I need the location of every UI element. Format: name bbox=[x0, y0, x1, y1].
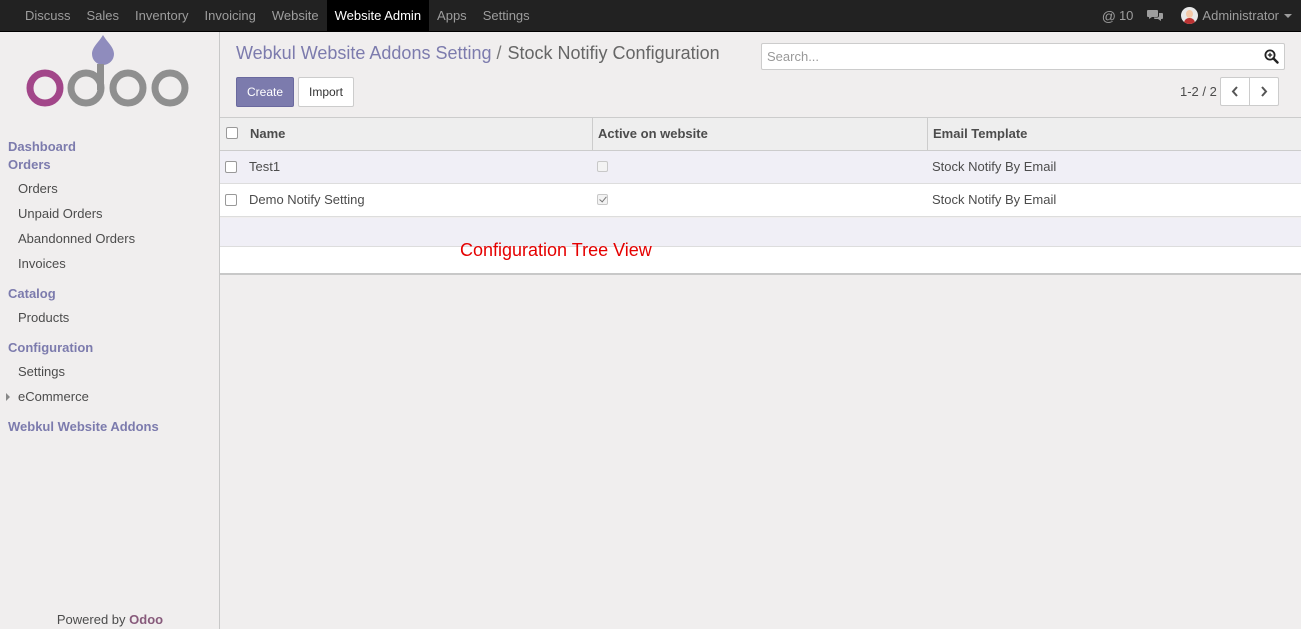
sidebar-section-webkul[interactable]: Webkul Website Addons bbox=[8, 419, 159, 434]
search-input[interactable] bbox=[762, 44, 1252, 69]
chevron-right-icon bbox=[1261, 86, 1268, 97]
menu-inventory[interactable]: Inventory bbox=[127, 0, 196, 31]
sidebar: Dashboard Orders Orders Unpaid Orders Ab… bbox=[0, 32, 220, 629]
avatar bbox=[1181, 7, 1199, 24]
caret-right-icon[interactable] bbox=[6, 393, 10, 401]
pager-value[interactable]: 1-2 / 2 bbox=[1180, 84, 1217, 99]
sidebar-section-catalog[interactable]: Catalog bbox=[8, 286, 56, 301]
sidebar-item-products[interactable]: Products bbox=[18, 310, 69, 325]
powered-brand-link[interactable]: Odoo bbox=[129, 612, 163, 627]
pager-next-button[interactable] bbox=[1249, 77, 1279, 106]
table-row[interactable]: Demo Notify Setting Stock Notify By Emai… bbox=[220, 184, 1301, 217]
active-checkbox-checked bbox=[597, 194, 608, 205]
sidebar-item-invoices[interactable]: Invoices bbox=[18, 256, 66, 271]
mentions-button[interactable]: @ 10 bbox=[1102, 8, 1134, 24]
powered-by: Powered by Odoo bbox=[0, 612, 220, 627]
search-box bbox=[761, 43, 1285, 70]
page-title: Stock Notifiy Configuration bbox=[507, 43, 720, 63]
top-navbar: Discuss Sales Inventory Invoicing Websit… bbox=[0, 0, 1301, 32]
main-content: Webkul Website Addons Setting / Stock No… bbox=[220, 32, 1301, 629]
menu-website-admin[interactable]: Website Admin bbox=[326, 0, 430, 31]
breadcrumb: Webkul Website Addons Setting / Stock No… bbox=[236, 43, 720, 64]
row-email-template: Stock Notify By Email bbox=[932, 159, 1057, 174]
table-header: Name Active on website Email Template bbox=[220, 117, 1301, 151]
menu-discuss[interactable]: Discuss bbox=[17, 0, 79, 31]
chat-icon[interactable] bbox=[1147, 9, 1164, 22]
sidebar-item-dashboard[interactable]: Dashboard bbox=[8, 139, 76, 154]
sidebar-item-orders[interactable]: Orders bbox=[18, 181, 58, 196]
sidebar-item-unpaid-orders[interactable]: Unpaid Orders bbox=[18, 206, 103, 221]
search-icon[interactable] bbox=[1264, 49, 1279, 67]
odoo-logo bbox=[26, 35, 189, 107]
pager-previous-button[interactable] bbox=[1220, 77, 1250, 106]
menu-sales[interactable]: Sales bbox=[79, 0, 128, 31]
import-button[interactable]: Import bbox=[298, 77, 354, 107]
breadcrumb-separator: / bbox=[496, 43, 502, 63]
systray: @ 10 Administrator bbox=[1102, 0, 1301, 31]
menu-website[interactable]: Website bbox=[264, 0, 327, 31]
empty-row bbox=[220, 218, 1301, 247]
row-checkbox[interactable] bbox=[225, 194, 237, 206]
table-row[interactable]: Test1 Stock Notify By Email bbox=[220, 151, 1301, 184]
chevron-down-icon bbox=[1284, 13, 1292, 18]
user-menu[interactable]: Administrator bbox=[1181, 7, 1292, 24]
sidebar-item-ecommerce[interactable]: eCommerce bbox=[18, 389, 89, 404]
column-header-email-template[interactable]: Email Template bbox=[933, 118, 1027, 151]
column-header-active[interactable]: Active on website bbox=[598, 118, 708, 151]
powered-prefix: Powered by bbox=[56, 612, 130, 627]
menu-invoicing[interactable]: Invoicing bbox=[197, 0, 264, 31]
select-all-checkbox[interactable] bbox=[226, 127, 238, 139]
create-button[interactable]: Create bbox=[236, 77, 294, 107]
row-email-template: Stock Notify By Email bbox=[932, 192, 1057, 207]
sidebar-section-orders[interactable]: Orders bbox=[8, 157, 51, 172]
row-checkbox[interactable] bbox=[225, 161, 237, 173]
empty-row bbox=[220, 247, 1301, 275]
mentions-count: 10 bbox=[1118, 8, 1134, 23]
column-header-name[interactable]: Name bbox=[250, 118, 285, 151]
row-name: Demo Notify Setting bbox=[249, 192, 365, 207]
at-icon: @ bbox=[1101, 7, 1116, 24]
row-name: Test1 bbox=[249, 159, 281, 174]
sidebar-section-configuration[interactable]: Configuration bbox=[8, 340, 93, 355]
breadcrumb-parent[interactable]: Webkul Website Addons Setting bbox=[236, 43, 492, 64]
menu-settings[interactable]: Settings bbox=[475, 0, 538, 31]
chevron-left-icon bbox=[1231, 86, 1238, 97]
app-menu: Discuss Sales Inventory Invoicing Websit… bbox=[17, 0, 538, 31]
annotation-label: Configuration Tree View bbox=[460, 240, 652, 260]
active-checkbox bbox=[597, 161, 608, 172]
menu-apps[interactable]: Apps bbox=[429, 0, 475, 31]
sidebar-item-abandonned-orders[interactable]: Abandonned Orders bbox=[18, 231, 135, 246]
user-name: Administrator bbox=[1202, 8, 1279, 23]
sidebar-item-settings[interactable]: Settings bbox=[18, 364, 65, 379]
